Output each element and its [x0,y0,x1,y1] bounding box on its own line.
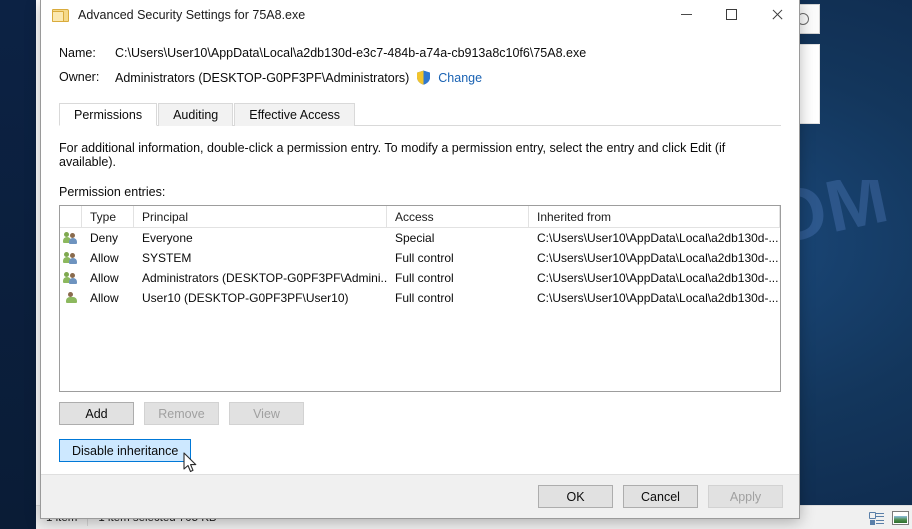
maximize-icon [726,9,737,20]
minimize-button[interactable] [664,0,709,30]
tab-auditing-label: Auditing [173,108,219,122]
details-view-icon[interactable] [868,510,886,526]
owner-row: Administrators (DESKTOP-G0PF3PF\Administ… [115,70,781,85]
column-header-access[interactable]: Access [387,206,529,227]
maximize-button[interactable] [709,0,754,30]
row-type: Deny [90,231,119,245]
row-principal: Everyone [142,231,193,245]
advanced-security-settings-dialog[interactable]: Advanced Security Settings for 75A8.exe … [40,0,800,519]
tab-effective-access[interactable]: Effective Access [234,103,356,126]
row-principal: SYSTEM [142,251,192,265]
table-row[interactable]: Allow User10 (DESKTOP-G0PF3PF\User10) Fu… [60,288,780,308]
remove-button: Remove [144,402,219,425]
name-value: C:\Users\User10\AppData\Local\a2db130d-e… [115,46,587,60]
file-info-section: Name: C:\Users\User10\AppData\Local\a2db… [59,46,781,85]
dialog-body: Name: C:\Users\User10\AppData\Local\a2db… [41,30,799,474]
column-header-principal[interactable]: Principal [134,206,387,227]
group-icon [63,231,80,245]
permission-entries-list[interactable]: Type Principal Access Inherited from Den… [59,205,781,392]
apply-button: Apply [708,485,783,508]
disable-inheritance-button[interactable]: Disable inheritance [59,439,192,462]
close-icon [771,9,783,21]
uac-shield-icon [416,70,431,85]
row-type: Allow [90,271,119,285]
row-principal-icon [60,231,82,245]
owner-value: Administrators (DESKTOP-G0PF3PF\Administ… [115,70,410,85]
table-row[interactable]: Allow SYSTEM Full control C:\Users\User1… [60,248,780,268]
row-access: Full control [395,291,454,305]
inheritance-action-row: Disable inheritance [59,439,781,462]
row-access: Full control [395,271,454,285]
column-header-icon [60,206,82,227]
dialog-title-bar[interactable]: Advanced Security Settings for 75A8.exe [41,0,799,30]
row-type: Allow [90,291,119,305]
row-access: Full control [395,251,454,265]
table-header-row: Type Principal Access Inherited from [60,206,780,228]
row-inherited-from: C:\Users\User10\AppData\Local\a2db130d-.… [537,291,779,305]
group-icon [63,271,80,285]
row-inherited-from: C:\Users\User10\AppData\Local\a2db130d-.… [537,251,779,265]
cancel-button[interactable]: Cancel [623,485,698,508]
tab-permissions-label: Permissions [74,107,143,122]
add-button[interactable]: Add [59,402,134,425]
close-button[interactable] [754,0,799,30]
row-principal-icon [60,271,82,285]
tiles-view-icon[interactable] [892,510,909,525]
row-inherited-from: C:\Users\User10\AppData\Local\a2db130d-.… [537,231,779,245]
row-type: Allow [90,251,119,265]
desktop-left-edge [0,0,36,529]
tab-effective-access-label: Effective Access [249,108,341,122]
user-icon [64,291,80,305]
view-button: View [229,402,304,425]
dialog-title: Advanced Security Settings for 75A8.exe [78,7,306,22]
permission-entries-label: Permission entries: [59,185,166,199]
column-header-inherited-from[interactable]: Inherited from [529,206,780,227]
owner-label: Owner: [59,70,100,84]
change-owner-link[interactable]: Change [438,71,482,85]
tab-permissions[interactable]: Permissions [59,103,158,126]
row-principal-icon [60,251,82,265]
ok-button[interactable]: OK [538,485,613,508]
row-principal-icon [60,291,82,305]
name-label: Name: [59,46,96,60]
row-principal: Administrators (DESKTOP-G0PF3PF\Admini..… [142,271,387,285]
tab-auditing[interactable]: Auditing [158,103,234,126]
permission-action-buttons: Add Remove View [59,402,781,425]
dialog-footer: OK Cancel Apply [41,474,799,518]
instruction-text: For additional information, double-click… [59,141,726,169]
row-access: Special [395,231,435,245]
row-inherited-from: C:\Users\User10\AppData\Local\a2db130d-.… [537,271,779,285]
table-row[interactable]: Allow Administrators (DESKTOP-G0PF3PF\Ad… [60,268,780,288]
caption-button-group [664,0,799,30]
folder-icon [52,8,69,22]
tab-strip: Permissions Auditing Effective Access [59,102,781,126]
group-icon [63,251,80,265]
row-principal: User10 (DESKTOP-G0PF3PF\User10) [142,291,349,305]
column-header-type[interactable]: Type [82,206,134,227]
table-row[interactable]: Deny Everyone Special C:\Users\User10\Ap… [60,228,780,248]
minimize-icon [681,14,692,15]
